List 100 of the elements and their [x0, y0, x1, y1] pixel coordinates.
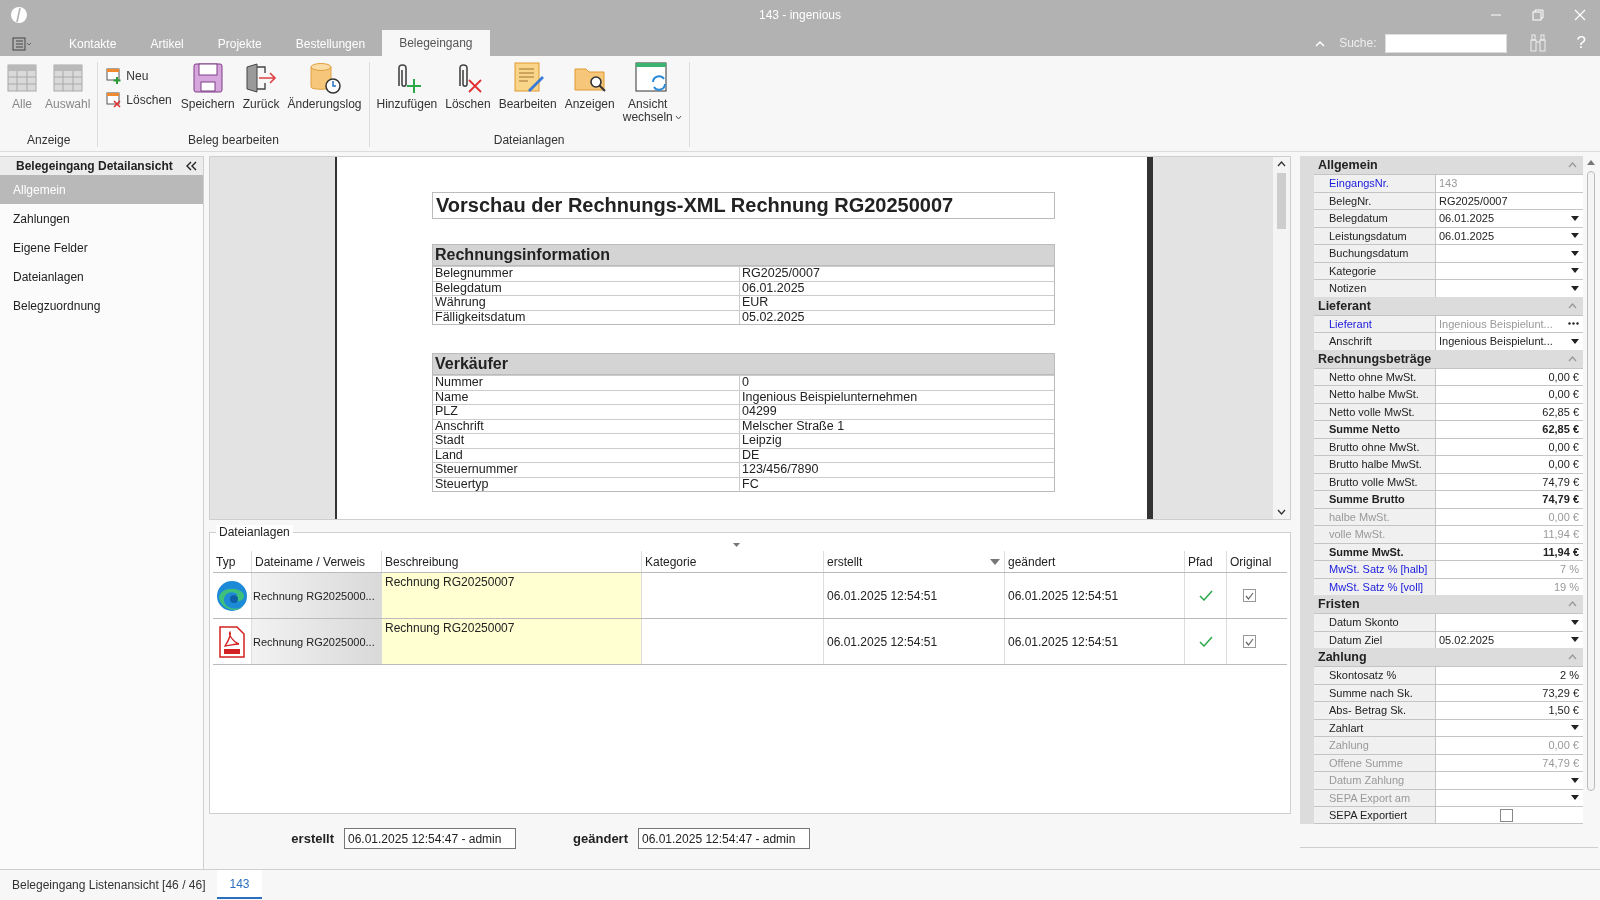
field-value: Melscher Straße 1	[739, 419, 1054, 433]
menu-tab[interactable]: Belegeingang	[382, 30, 490, 56]
caret-icon[interactable]	[674, 115, 682, 120]
field-label: Land	[434, 448, 464, 462]
scroll-thumb[interactable]	[1586, 171, 1595, 791]
field-label: Datum Zahlung	[1314, 772, 1436, 789]
field-value: 04299	[739, 405, 1054, 419]
field-label: PLZ	[434, 405, 459, 419]
column-header[interactable]: Beschreibung	[381, 551, 641, 572]
dropdown-icon[interactable]	[1571, 250, 1579, 256]
ribbon-button[interactable]: Löschen	[106, 92, 172, 108]
field-label: Steuertyp	[434, 477, 490, 491]
ribbon-button[interactable]: Bearbeiten	[495, 62, 560, 111]
section-heading: Zahlung	[1318, 650, 1367, 664]
field-label: Netto volle MwSt.	[1314, 403, 1436, 420]
table-cell: Rechnung RG2025000...	[251, 573, 381, 618]
field-label: Datum Skonto	[1314, 614, 1436, 631]
more-icon[interactable]	[1568, 322, 1579, 326]
column-header[interactable]: Pfad	[1184, 551, 1226, 572]
group-label: Anzeige	[26, 132, 72, 147]
column-header[interactable]: Kategorie	[641, 551, 823, 572]
section-heading: Lieferant	[1318, 298, 1371, 313]
ribbon-button[interactable]: Neu	[106, 68, 172, 84]
field-label: volle MwSt.	[1314, 526, 1436, 543]
field-value: DE	[739, 448, 1054, 462]
nav-item[interactable]: Belegzuordnung	[0, 291, 203, 320]
checkbox[interactable]	[1243, 635, 1256, 648]
field-value: RG2025/0007	[1439, 194, 1508, 207]
ribbon-button[interactable]: Hinzufügen	[373, 62, 441, 111]
nav-item[interactable]: Dateianlagen	[0, 262, 203, 291]
field-label: Belegdatum	[1314, 210, 1436, 227]
dropdown-icon[interactable]	[1571, 338, 1579, 344]
scroll-down-icon[interactable]	[1277, 509, 1286, 515]
pdf-file-icon	[219, 625, 245, 658]
field-value: 62,85 €	[1542, 405, 1579, 418]
field-value: 7 %	[1560, 563, 1579, 576]
section-heading: Verkäufer	[433, 354, 1054, 375]
column-header[interactable]: Dateiname / Verweis	[251, 551, 381, 572]
field-value: 05.02.2025	[1439, 633, 1495, 646]
field-value: 0,00 €	[1548, 458, 1579, 471]
field-label: Brutto ohne MwSt.	[1314, 438, 1436, 455]
group-label: Dateianlagen	[492, 132, 566, 147]
scroll-thumb[interactable]	[1277, 173, 1286, 229]
checkbox[interactable]	[1500, 809, 1513, 822]
field-value: Ingenious Beispielunt...	[1439, 335, 1553, 348]
nav-item[interactable]: Zahlungen	[0, 204, 203, 233]
dropdown-icon[interactable]	[1571, 285, 1579, 291]
dropdown-icon[interactable]	[1571, 268, 1579, 274]
window-title: 143 - ingenious	[758, 8, 842, 22]
ribbon-button[interactable]: Löschen	[442, 62, 494, 111]
ribbon-button[interactable]: Ansicht wechseln	[619, 62, 685, 124]
field-label: Belegdatum	[434, 281, 503, 295]
field-label: SEPA Export am	[1314, 789, 1436, 806]
ribbon-button[interactable]: Änderungslog	[284, 62, 365, 111]
dropdown-icon[interactable]	[1571, 233, 1579, 239]
field-label: Zahlung	[1314, 737, 1436, 754]
field-label: EingangsNr.	[1314, 175, 1436, 192]
ribbon-button[interactable]: Zurück	[239, 62, 283, 111]
field-label: Leistungsdatum	[1314, 227, 1436, 244]
nav-item[interactable]: Eigene Felder	[0, 233, 203, 262]
info-field[interactable]: 06.01.2025 12:54:47 - admin	[344, 827, 516, 849]
field-value: 74,79 €	[1542, 756, 1579, 769]
ribbon-button[interactable]: Speichern	[177, 62, 238, 111]
document-plus-icon	[106, 68, 123, 84]
menu-icon[interactable]	[12, 37, 32, 51]
field-value: FC	[739, 477, 1054, 491]
document-tab[interactable]: 143	[217, 870, 262, 899]
field-value: 19 %	[1553, 580, 1579, 593]
column-header[interactable]: erstellt	[823, 551, 1004, 572]
checkbox[interactable]	[1243, 589, 1256, 602]
field-label: Belegnummer	[434, 267, 514, 281]
column-header[interactable]: Original	[1226, 551, 1272, 572]
field-label: Anschrift	[434, 419, 485, 433]
dropdown-icon[interactable]	[1571, 215, 1579, 221]
field-label: Offene Summe	[1314, 754, 1436, 771]
dropdown-icon[interactable]	[1571, 619, 1579, 625]
group-label: Beleg bearbeiten	[187, 132, 280, 147]
field-label: SEPA Exportiert	[1314, 807, 1436, 823]
field-value: 0,00 €	[1548, 440, 1579, 453]
field-label: Netto halbe MwSt.	[1314, 386, 1436, 403]
caret-icon	[733, 543, 740, 547]
field-value: 123/456/7890	[739, 463, 1054, 477]
field-label: Summe MwSt.	[1314, 543, 1436, 560]
dropdown-icon[interactable]	[1571, 637, 1579, 643]
search-field[interactable]	[1384, 33, 1507, 53]
column-header[interactable]: Typ	[213, 551, 251, 572]
save-icon	[192, 62, 223, 94]
collapse-icon[interactable]	[186, 161, 197, 171]
column-header[interactable]: geändert	[1004, 551, 1184, 572]
document-tab[interactable]: Belegeingang Listenansicht [46 / 46]	[0, 870, 218, 899]
info-field[interactable]: 06.01.2025 12:54:47 - admin	[638, 827, 810, 849]
sort-icon[interactable]	[990, 558, 1000, 565]
ribbon-button[interactable]: Anzeigen	[561, 62, 618, 111]
table-cell: Rechnung RG20250007	[381, 619, 641, 664]
dropdown-icon[interactable]	[1571, 725, 1579, 731]
scroll-up-icon[interactable]	[1277, 161, 1286, 167]
field-label: halbe MwSt.	[1314, 508, 1436, 525]
field-value: 05.02.2025	[739, 310, 1054, 324]
field-label: Abs- Betrag Sk.	[1314, 702, 1436, 719]
field-label: Steuernummer	[434, 463, 519, 477]
